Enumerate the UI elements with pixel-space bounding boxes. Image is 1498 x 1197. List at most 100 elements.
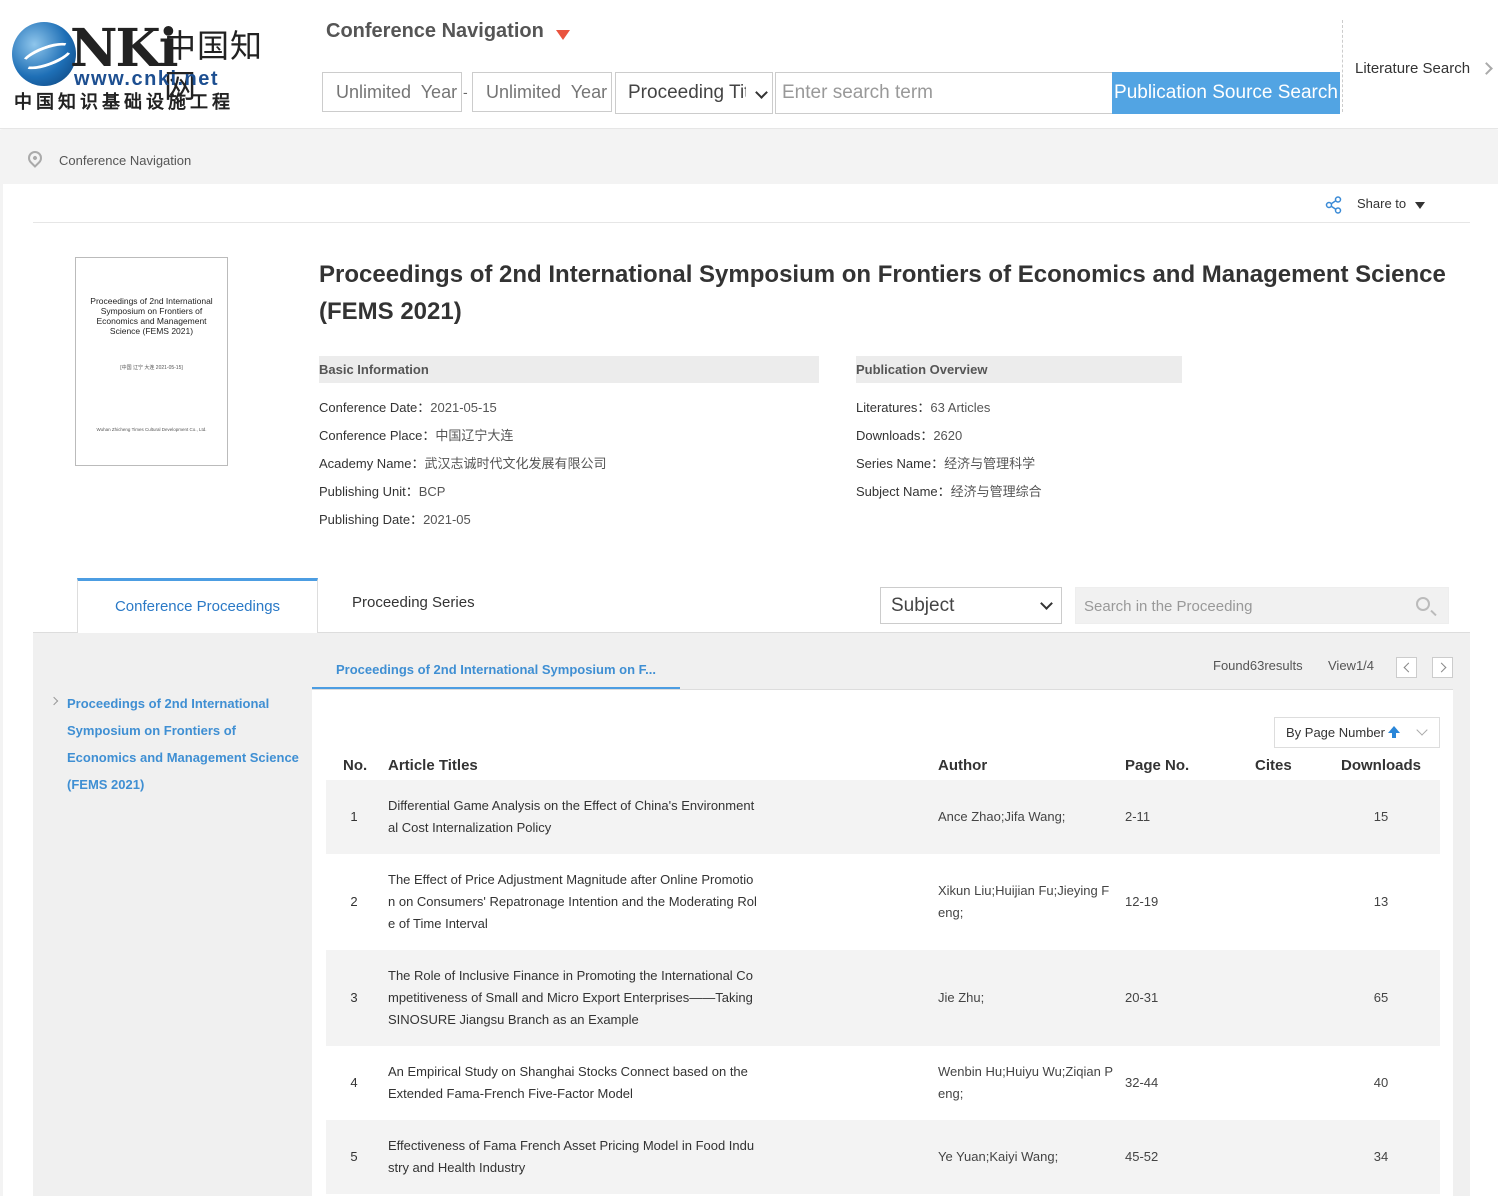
article-page-no: 2-11 <box>1125 809 1151 824</box>
previous-page-button[interactable] <box>1396 657 1417 678</box>
info-label: Downloads： <box>856 428 934 443</box>
cover-meta: [中国 辽宁 大连 2021-05-15] <box>120 365 183 371</box>
page-title: Proceedings of 2nd International Symposi… <box>319 261 1446 325</box>
column-header-downloads: Downloads <box>1341 757 1422 774</box>
row-number: 1 <box>350 809 358 824</box>
table-row: 1 Differential Game Analysis on the Effe… <box>326 780 1440 854</box>
proceeding-cover-image[interactable]: Proceedings of 2nd International Symposi… <box>75 257 228 466</box>
article-author[interactable]: Ance Zhao;Jifa Wang; <box>938 806 1116 828</box>
article-title-link[interactable]: Effectiveness of Fama French Asset Prici… <box>388 1135 760 1179</box>
info-publishing-unit: Publishing Unit：BCP <box>319 481 445 500</box>
proceeding-card: Share to Proceedings of 2nd Internationa… <box>3 184 1498 1197</box>
globe-logo-icon <box>12 22 76 86</box>
column-header-page-no: Page No. <box>1125 757 1190 774</box>
article-downloads: 65 <box>1373 990 1389 1005</box>
info-label: Publishing Date： <box>319 512 424 527</box>
info-value: 2620 <box>933 428 963 443</box>
cnki-logo[interactable]: NKi 中国知网 www.cnki.net 中国知识基础设施工程 <box>12 22 278 114</box>
cover-publisher: Wuhan Zhicheng Times Cultural Developmen… <box>96 427 207 432</box>
logo-url: www.cnki.net <box>74 68 220 90</box>
article-page-no: 12-19 <box>1125 894 1159 909</box>
article-page-no: 20-31 <box>1125 990 1159 1005</box>
article-title-link[interactable]: The Role of Inclusive Finance in Promoti… <box>388 965 760 1031</box>
article-title-link[interactable]: The Effect of Price Adjustment Magnitude… <box>388 869 760 935</box>
row-number: 5 <box>350 1149 358 1164</box>
table-row: 4 An Empirical Study on Shanghai Stocks … <box>326 1046 1440 1120</box>
info-publishing-date: Publishing Date：2021-05 <box>319 509 471 528</box>
breadcrumb-item-conference-navigation[interactable]: Conference Navigation <box>59 153 191 168</box>
divider <box>33 222 1470 223</box>
chevron-right-icon[interactable] <box>1480 62 1493 75</box>
article-author[interactable]: Xikun Liu;Huijian Fu;Jieying Feng; <box>938 880 1116 924</box>
sidebar-item-label: Proceedings of 2nd International Symposi… <box>67 696 299 792</box>
info-academy-name: Academy Name：武汉志诚时代文化发展有限公司 <box>319 453 607 472</box>
info-label: Subject Name： <box>856 484 951 499</box>
publication-overview-heading: Publication Overview <box>856 356 1182 383</box>
table-row: 2 The Effect of Price Adjustment Magnitu… <box>326 854 1440 950</box>
proceeding-search-box <box>1075 587 1449 625</box>
year-separator: - <box>463 84 468 100</box>
search-icon[interactable] <box>1416 597 1430 611</box>
year-from-input[interactable] <box>322 72 462 112</box>
info-value: 63 Articles <box>930 400 991 415</box>
article-title-link[interactable]: An Empirical Study on Shanghai Stocks Co… <box>388 1061 760 1105</box>
year-to-input[interactable] <box>472 72 612 112</box>
info-label: Series Name： <box>856 456 945 471</box>
article-downloads: 34 <box>1373 1149 1389 1164</box>
tab-proceeding-volume[interactable]: Proceedings of 2nd International Symposi… <box>312 655 680 689</box>
info-value: BCP <box>418 484 446 499</box>
chevron-right-icon <box>1436 662 1447 673</box>
search-input[interactable] <box>775 72 1113 114</box>
header-divider <box>1342 20 1343 112</box>
info-label: Literatures： <box>856 400 931 415</box>
row-number: 4 <box>350 1075 358 1090</box>
info-value: 2021-05 <box>423 512 471 527</box>
info-value: 武汉志诚时代文化发展有限公司 <box>424 456 607 471</box>
info-label: Academy Name： <box>319 456 425 471</box>
share-label: Share to <box>1357 196 1407 211</box>
search-type-select[interactable]: Proceeding Tit <box>615 72 773 114</box>
share-icon <box>1325 196 1342 214</box>
info-conference-place: Conference Place：中国辽宁大连 <box>319 425 513 444</box>
article-author[interactable]: Wenbin Hu;Huiyu Wu;Ziqian Peng; <box>938 1061 1116 1105</box>
article-downloads: 15 <box>1373 809 1389 824</box>
row-number: 3 <box>350 990 358 1005</box>
chevron-left-icon <box>1403 662 1414 673</box>
top-header: NKi 中国知网 www.cnki.net 中国知识基础设施工程 Confere… <box>0 0 1498 129</box>
info-conference-date: Conference Date：2021-05-15 <box>319 397 497 416</box>
column-header-author: Author <box>938 757 988 774</box>
proceeding-search-input[interactable] <box>1082 588 1406 625</box>
info-downloads: Downloads：2620 <box>856 425 962 444</box>
next-page-button[interactable] <box>1432 657 1453 678</box>
conference-navigation-menu[interactable]: Conference Navigation <box>326 20 544 43</box>
search-type-value: Proceeding Tit <box>628 82 750 103</box>
article-author[interactable]: Ye Yuan;Kaiyi Wang; <box>938 1146 1116 1168</box>
table-row: 5 Effectiveness of Fama French Asset Pri… <box>326 1120 1440 1194</box>
info-value: 2021-05-15 <box>430 400 497 415</box>
info-series-name: Series Name：经济与管理科学 <box>856 453 1035 472</box>
info-value: 中国辽宁大连 <box>435 428 514 443</box>
literature-search-link[interactable]: Literature Search <box>1355 60 1470 77</box>
publication-source-search-button[interactable]: Publication Source Search <box>1112 72 1340 114</box>
chevron-down-icon <box>1040 597 1053 610</box>
results-count: Found63results <box>1213 658 1303 673</box>
article-title-link[interactable]: Differential Game Analysis on the Effect… <box>388 795 760 839</box>
subject-select-value: Subject <box>891 595 955 616</box>
subject-select[interactable]: Subject <box>880 587 1062 624</box>
tab-conference-proceedings[interactable]: Conference Proceedings <box>77 578 318 633</box>
arrow-up-icon <box>1388 726 1400 738</box>
caret-down-icon <box>1415 202 1425 209</box>
sort-dropdown[interactable]: By Page Number <box>1274 717 1440 748</box>
tab-proceeding-series[interactable]: Proceeding Series <box>352 594 475 611</box>
row-number: 2 <box>350 894 358 909</box>
caret-down-icon[interactable] <box>556 30 570 40</box>
article-page-no: 45-52 <box>1125 1149 1159 1164</box>
table-row: 3 The Role of Inclusive Finance in Promo… <box>326 950 1440 1046</box>
logo-chinese-subtitle: 中国知识基础设施工程 <box>14 92 234 113</box>
info-subject-name: Subject Name：经济与管理综合 <box>856 481 1042 500</box>
basic-information-heading: Basic Information <box>319 356 819 383</box>
info-label: Conference Date： <box>319 400 431 415</box>
info-value: 经济与管理综合 <box>950 484 1042 499</box>
article-author[interactable]: Jie Zhu; <box>938 987 1116 1009</box>
info-value: 经济与管理科学 <box>944 456 1036 471</box>
